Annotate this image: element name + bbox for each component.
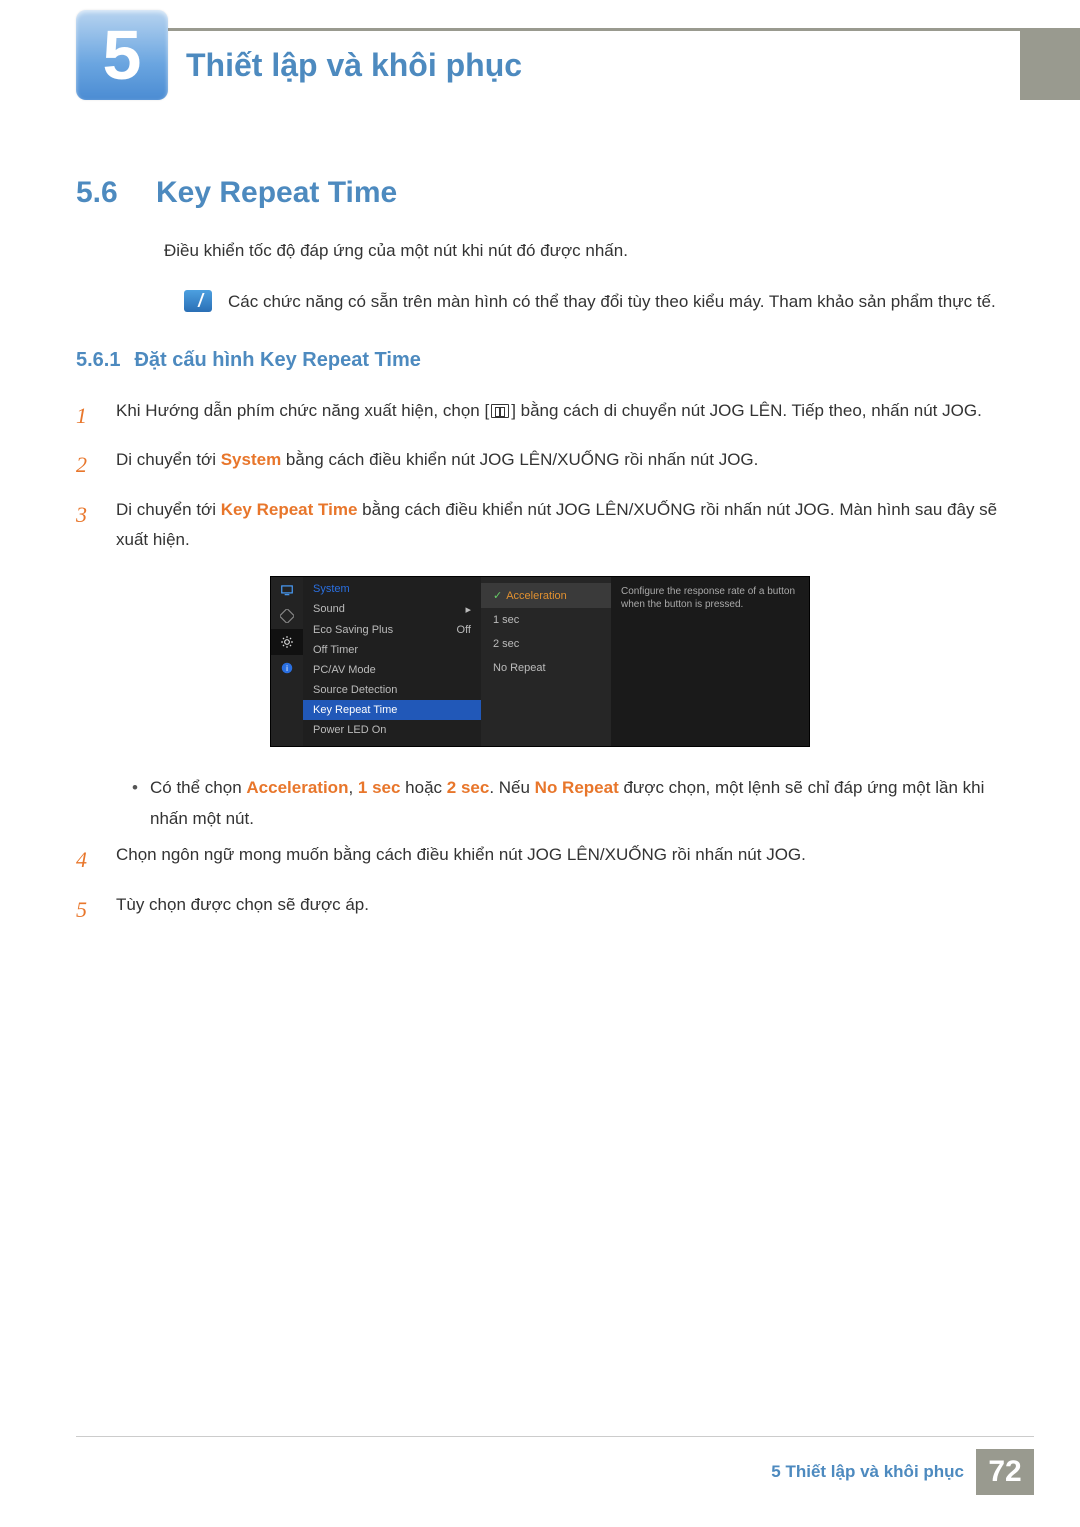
- step-number: 3: [76, 495, 116, 556]
- osd-label: Source Detection: [313, 684, 397, 696]
- osd-row-keyrepeat: Key Repeat Time: [303, 700, 481, 720]
- text: Có thể chọn: [150, 778, 246, 797]
- osd-panel: i System Sound ▸ Eco Saving Plus Off Off T…: [270, 576, 810, 747]
- chapter-title-zone: Thiết lập và khôi phục: [168, 28, 1020, 100]
- bullet-icon: •: [132, 773, 150, 834]
- step-text: Khi Hướng dẫn phím chức năng xuất hiện, …: [116, 401, 489, 420]
- osd-label: Power LED On: [313, 724, 386, 736]
- osd-label: Sound: [313, 603, 345, 616]
- step-number: 5: [76, 890, 116, 930]
- text: hoặc: [400, 778, 446, 797]
- picture-icon: [271, 603, 303, 629]
- step-body: Di chuyển tới Key Repeat Time bằng cách …: [116, 495, 1004, 556]
- chevron-right-icon: ▸: [465, 603, 471, 616]
- osd-row-source: Source Detection: [303, 680, 481, 700]
- section-number: 5.6: [76, 176, 156, 210]
- osd-sub-1sec: 1 sec: [481, 608, 611, 632]
- step-body: Tùy chọn được chọn sẽ được áp.: [116, 890, 1004, 930]
- highlight-2sec: 2 sec: [447, 778, 490, 797]
- footer-chapter-label: 5 Thiết lập và khôi phục: [771, 1462, 964, 1482]
- step-number: 2: [76, 445, 116, 485]
- osd-submenu: Acceleration 1 sec 2 sec No Repeat: [481, 577, 611, 746]
- highlight-keyrepeat: Key Repeat Time: [221, 500, 358, 519]
- note-row: Các chức năng có sẵn trên màn hình có th…: [184, 288, 1004, 315]
- subsection-heading: 5.6.1 Đặt cấu hình Key Repeat Time: [76, 349, 1004, 372]
- step-body: Khi Hướng dẫn phím chức năng xuất hiện, …: [116, 396, 1004, 436]
- section-title: Key Repeat Time: [156, 176, 397, 210]
- subsection-title: Đặt cấu hình Key Repeat Time: [134, 349, 420, 372]
- osd-sub-acceleration: Acceleration: [481, 583, 611, 608]
- page-footer: 5 Thiết lập và khôi phục 72: [771, 1449, 1034, 1495]
- osd-value: Off: [457, 624, 471, 636]
- step-2: 2 Di chuyển tới System bằng cách điều kh…: [76, 445, 1004, 485]
- chapter-title: Thiết lập và khôi phục: [186, 47, 522, 84]
- step-number: 1: [76, 396, 116, 436]
- step-text: Di chuyển tới: [116, 500, 221, 519]
- step-number: 4: [76, 840, 116, 880]
- step-4: 4 Chọn ngôn ngữ mong muốn bằng cách điều…: [76, 840, 1004, 880]
- osd-row-sound: Sound ▸: [303, 599, 481, 620]
- osd-description: Configure the response rate of a button …: [611, 577, 809, 746]
- highlight-acceleration: Acceleration: [246, 778, 348, 797]
- osd-menu-title: System: [303, 583, 481, 599]
- osd-label: Eco Saving Plus: [313, 624, 393, 636]
- step-text: ] bằng cách di chuyển nút JOG LÊN. Tiếp …: [511, 401, 982, 420]
- step-3: 3 Di chuyển tới Key Repeat Time bằng các…: [76, 495, 1004, 556]
- osd-sub-norepeat: No Repeat: [481, 656, 611, 680]
- osd-sidebar-icons: i: [271, 577, 303, 746]
- chapter-number-badge: 5: [76, 10, 168, 100]
- step-text: Di chuyển tới: [116, 450, 221, 469]
- highlight-norepeat: No Repeat: [535, 778, 619, 797]
- menu-icon: [491, 404, 509, 418]
- text: . Nếu: [489, 778, 534, 797]
- subsection-number: 5.6.1: [76, 349, 120, 372]
- osd-screenshot: i System Sound ▸ Eco Saving Plus Off Off T…: [76, 576, 1004, 747]
- highlight-system: System: [221, 450, 281, 469]
- page-number: 72: [976, 1449, 1034, 1495]
- osd-sub-2sec: 2 sec: [481, 632, 611, 656]
- gear-icon: [271, 629, 303, 655]
- info-icon: i: [271, 655, 303, 681]
- osd-label: Key Repeat Time: [313, 704, 397, 716]
- note-icon: [184, 290, 212, 312]
- step-1: 1 Khi Hướng dẫn phím chức năng xuất hiện…: [76, 396, 1004, 436]
- note-text: Các chức năng có sẵn trên màn hình có th…: [228, 288, 996, 315]
- osd-row-powerled: Power LED On: [303, 720, 481, 740]
- page-content: 5.6 Key Repeat Time Điều khiển tốc độ đá…: [76, 176, 1004, 939]
- osd-row-eco: Eco Saving Plus Off: [303, 620, 481, 640]
- osd-label: PC/AV Mode: [313, 664, 376, 676]
- step-5: 5 Tùy chọn được chọn sẽ được áp.: [76, 890, 1004, 930]
- text: ,: [348, 778, 357, 797]
- section-intro-text: Điều khiển tốc độ đáp ứng của một nút kh…: [164, 238, 1004, 264]
- osd-row-offtimer: Off Timer: [303, 640, 481, 660]
- svg-text:i: i: [286, 664, 288, 673]
- step-body: Chọn ngôn ngữ mong muốn bằng cách điều k…: [116, 840, 1004, 880]
- highlight-1sec: 1 sec: [358, 778, 401, 797]
- step-text: bằng cách điều khiển nút JOG LÊN/XUỐNG r…: [281, 450, 758, 469]
- option-bullet: • Có thể chọn Acceleration, 1 sec hoặc 2…: [132, 773, 1004, 834]
- footer-divider: [76, 1436, 1034, 1437]
- monitor-icon: [271, 577, 303, 603]
- osd-row-pcav: PC/AV Mode: [303, 660, 481, 680]
- page-header: 5 Thiết lập và khôi phục: [0, 28, 1080, 100]
- header-accent-block: [1020, 28, 1080, 100]
- bullet-text: Có thể chọn Acceleration, 1 sec hoặc 2 s…: [150, 773, 1004, 834]
- step-body: Di chuyển tới System bằng cách điều khiể…: [116, 445, 1004, 485]
- osd-main-menu: System Sound ▸ Eco Saving Plus Off Off Tim…: [303, 577, 481, 746]
- osd-label: Off Timer: [313, 644, 358, 656]
- section-heading: 5.6 Key Repeat Time: [76, 176, 1004, 210]
